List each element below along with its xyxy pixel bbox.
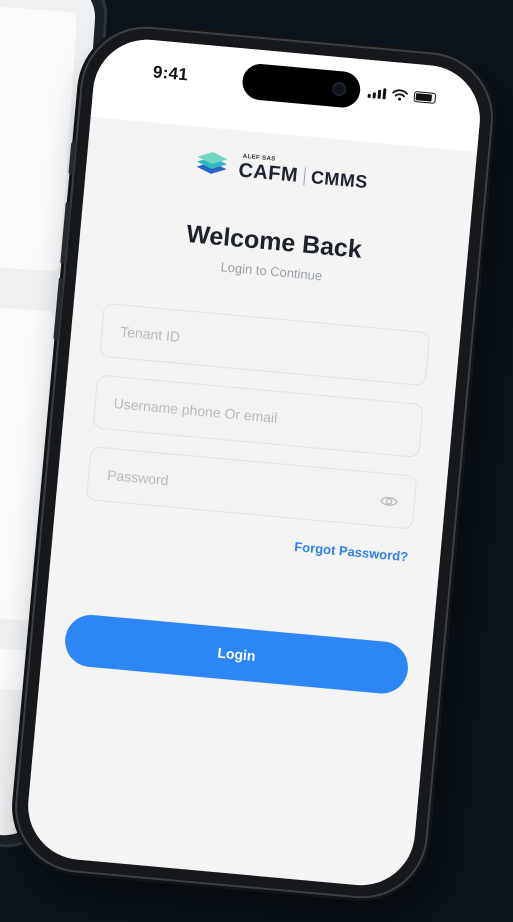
wifi-icon — [392, 89, 408, 101]
logo-cmms-text: CMMS — [310, 166, 369, 192]
logo-divider — [303, 167, 306, 186]
login-button[interactable]: Login — [62, 612, 411, 696]
logo-layers-icon — [196, 152, 228, 174]
battery-icon — [413, 91, 437, 104]
tenant-id-input[interactable] — [100, 303, 430, 386]
forgot-password-link[interactable]: Forgot Password? — [294, 539, 409, 564]
password-field — [85, 446, 418, 530]
status-time: 9:41 — [152, 62, 189, 85]
app-logo: ALEF SAS CAFM CMMS — [86, 139, 475, 204]
password-input[interactable] — [87, 447, 417, 529]
username-input[interactable] — [93, 375, 423, 457]
phone-frame: 9:41 ALEF SAS CAFM CMMS Welcome Back Log… — [11, 23, 497, 902]
camera-icon — [331, 81, 347, 97]
signal-icon — [367, 87, 387, 100]
login-screen: 9:41 ALEF SAS CAFM CMMS Welcome Back Log… — [23, 35, 485, 890]
username-field — [92, 374, 424, 458]
eye-icon[interactable] — [379, 492, 399, 512]
logo-wordmark: ALEF SAS CAFM CMMS — [237, 153, 369, 194]
status-bar: 9:41 — [90, 35, 485, 152]
dynamic-island — [240, 62, 362, 110]
tenant-id-field — [98, 302, 431, 387]
status-icons — [367, 86, 437, 104]
logo-cafm-text: CAFM — [237, 158, 300, 187]
